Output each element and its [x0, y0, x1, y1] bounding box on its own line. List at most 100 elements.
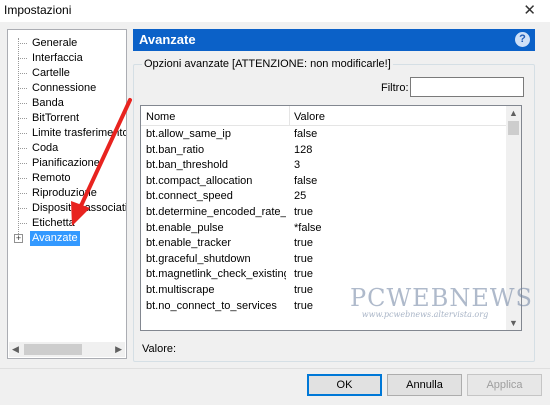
list-vertical-scrollbar[interactable]: ▲ ▼	[506, 106, 521, 330]
sidebar-item-label[interactable]: Etichetta	[30, 216, 77, 231]
window-title: Impostazioni	[4, 3, 72, 17]
scroll-right-icon[interactable]: ▶	[115, 344, 122, 355]
settings-tree[interactable]: Generale Interfaccia Cartelle Connessione Ba…	[7, 29, 127, 359]
option-value: false	[294, 128, 318, 140]
option-name: bt.ban_threshold	[146, 159, 228, 172]
scroll-left-icon[interactable]: ◀	[12, 344, 19, 355]
sidebar-item-label[interactable]: Coda	[30, 141, 60, 156]
sidebar-item-avanzate[interactable]: + Avanzate	[14, 231, 126, 246]
sidebar-item-coda[interactable]: Coda	[18, 141, 126, 156]
table-row[interactable]: bt.ban_threshold 3	[141, 158, 507, 174]
ok-button[interactable]: OK	[307, 374, 382, 396]
sidebar-item-limite-trasferimento[interactable]: Limite trasferimento	[18, 126, 126, 141]
tree-horizontal-scrollbar[interactable]: ◀ ▶	[9, 342, 125, 357]
scroll-down-icon[interactable]: ▼	[509, 318, 518, 328]
table-row[interactable]: bt.allow_same_ip false	[141, 127, 507, 143]
option-value: true	[294, 237, 313, 250]
sidebar-item-label[interactable]: Banda	[30, 96, 66, 111]
expand-icon[interactable]: +	[14, 234, 23, 243]
option-value: *false	[294, 221, 322, 234]
sidebar-item-connessione[interactable]: Connessione	[18, 81, 126, 96]
table-row[interactable]: bt.determine_encoded_rate_fo... true	[141, 205, 507, 221]
option-value: true	[294, 268, 313, 281]
option-name: bt.enable_pulse	[146, 221, 224, 234]
option-value: true	[294, 299, 313, 312]
tree-connector	[18, 193, 27, 194]
apply-button[interactable]: Applica	[467, 374, 542, 396]
option-name: bt.graceful_shutdown	[146, 252, 251, 265]
scrollbar-thumb[interactable]	[508, 121, 519, 135]
sidebar-item-bittorrent[interactable]: BitTorrent	[18, 111, 126, 126]
title-bar: Impostazioni ✕	[0, 0, 550, 22]
tree-connector	[18, 118, 27, 119]
scroll-up-icon[interactable]: ▲	[509, 108, 518, 118]
table-row[interactable]: bt.graceful_shutdown true	[141, 252, 507, 268]
section-title: Avanzate	[139, 32, 196, 47]
sidebar-item-etichetta[interactable]: Etichetta	[18, 216, 126, 231]
sidebar-item-dispositivi-associati[interactable]: Dispositivi associati	[18, 201, 126, 216]
footer-divider	[0, 368, 550, 369]
option-name: bt.magnetlink_check_existing_...	[146, 268, 286, 281]
scrollbar-thumb[interactable]	[24, 344, 82, 355]
table-row[interactable]: bt.compact_allocation false	[141, 174, 507, 190]
tree-connector	[18, 208, 27, 209]
option-name: bt.allow_same_ip	[146, 128, 231, 140]
column-value-header[interactable]: Valore	[294, 111, 325, 123]
table-row[interactable]: bt.enable_tracker true	[141, 236, 507, 252]
tree-connector	[18, 163, 27, 164]
sidebar-item-label[interactable]: Pianificazione	[30, 156, 102, 171]
sidebar-item-generale[interactable]: Generale	[18, 36, 126, 51]
table-row[interactable]: bt.multiscrape true	[141, 283, 507, 299]
tree-connector	[18, 133, 27, 134]
sidebar-item-pianificazione[interactable]: Pianificazione	[18, 156, 126, 171]
option-value: true	[294, 252, 313, 265]
sidebar-item-label[interactable]: BitTorrent	[30, 111, 81, 126]
sidebar-item-label[interactable]: Connessione	[30, 81, 98, 96]
sidebar-item-label[interactable]: Limite trasferimento	[30, 126, 126, 141]
filter-input[interactable]	[410, 77, 524, 97]
group-title: Opzioni avanzate [ATTENZIONE: non modifi…	[142, 58, 393, 70]
sidebar-item-remoto[interactable]: Remoto	[18, 171, 126, 186]
close-icon[interactable]: ✕	[523, 1, 536, 19]
tree-connector	[18, 43, 27, 44]
value-label: Valore:	[142, 343, 177, 355]
sidebar-item-banda[interactable]: Banda	[18, 96, 126, 111]
option-value: 3	[294, 159, 301, 172]
sidebar-item-cartelle[interactable]: Cartelle	[18, 66, 126, 81]
table-row[interactable]: bt.magnetlink_check_existing_... true	[141, 267, 507, 283]
sidebar-item-riproduzione[interactable]: Riproduzione	[18, 186, 126, 201]
option-value: true	[294, 283, 313, 296]
option-value: 128	[294, 143, 313, 156]
option-name: bt.ban_ratio	[146, 143, 205, 156]
option-name: bt.connect_speed	[146, 190, 233, 203]
tree-connector	[18, 88, 27, 89]
table-row[interactable]: bt.connect_speed 25	[141, 189, 507, 205]
sidebar-item-interfaccia[interactable]: Interfaccia	[18, 51, 126, 66]
option-name: bt.enable_tracker	[146, 237, 231, 250]
sidebar-item-label[interactable]: Remoto	[30, 171, 73, 186]
options-rows: bt.allow_same_ip false bt.ban_ratio 128 bt.b…	[141, 127, 507, 314]
table-row[interactable]: bt.no_connect_to_services true	[141, 299, 507, 315]
table-row[interactable]: bt.ban_ratio 128	[141, 143, 507, 159]
column-divider[interactable]	[289, 106, 290, 126]
sidebar-item-label[interactable]: Dispositivi associati	[30, 201, 126, 216]
sidebar-item-label[interactable]: Avanzate	[30, 231, 80, 246]
option-value: true	[294, 205, 313, 218]
sidebar-item-label[interactable]: Generale	[30, 36, 79, 51]
tree-connector	[18, 103, 27, 104]
column-name-header[interactable]: Nome	[146, 111, 175, 123]
tree-connector	[18, 58, 27, 59]
cancel-button[interactable]: Annulla	[387, 374, 462, 396]
option-name: bt.multiscrape	[146, 283, 215, 296]
option-name: bt.no_connect_to_services	[146, 299, 277, 312]
option-name: bt.determine_encoded_rate_fo...	[146, 205, 286, 218]
sidebar-item-label[interactable]: Interfaccia	[30, 51, 85, 66]
sidebar-item-label[interactable]: Riproduzione	[30, 186, 99, 201]
table-row[interactable]: bt.enable_pulse *false	[141, 221, 507, 237]
help-icon[interactable]: ?	[515, 32, 530, 47]
tree-connector	[18, 73, 27, 74]
filter-label: Filtro:	[381, 82, 409, 94]
option-name: bt.compact_allocation	[146, 174, 253, 187]
options-list[interactable]: Nome Valore bt.allow_same_ip false bt.ban_…	[140, 105, 522, 331]
sidebar-item-label[interactable]: Cartelle	[30, 66, 72, 81]
